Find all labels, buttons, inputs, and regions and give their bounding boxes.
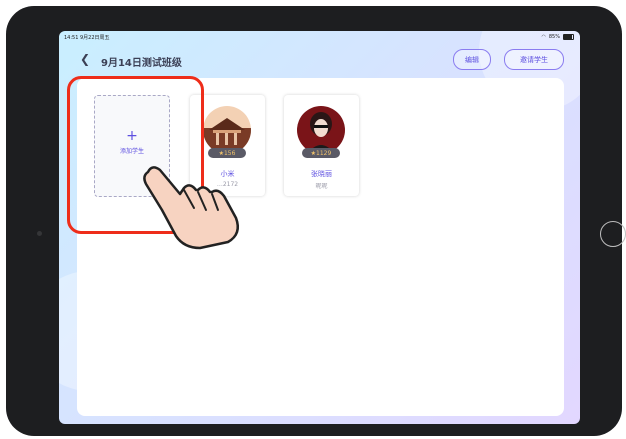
back-arrow-icon[interactable]: ❮ (80, 52, 90, 66)
battery-percent: 85% (548, 34, 560, 40)
status-bar: 14:51 9月22日周五 ◠ 85% (59, 31, 580, 43)
student-avatar (297, 106, 345, 154)
edit-button[interactable]: 编辑 (453, 49, 491, 70)
student-avatar (203, 106, 251, 154)
student-name: 张晓丽 (311, 170, 332, 178)
page-header: ❮ 9月14日测试班级 编辑 邀请学生 (59, 49, 580, 71)
student-card[interactable]: ★1129 张晓丽 昵昵 (284, 95, 359, 196)
front-camera (37, 231, 42, 236)
battery-icon (563, 34, 574, 40)
points-badge: ★1129 (302, 148, 340, 158)
status-time: 14:51 9月22日周五 (64, 35, 110, 41)
home-button[interactable] (600, 221, 626, 247)
invite-student-button[interactable]: 邀请学生 (504, 49, 564, 70)
pointing-hand-icon (140, 160, 250, 254)
status-right: ◠ 85% (541, 34, 574, 40)
wifi-icon: ◠ (541, 34, 546, 40)
points-badge: ★156 (208, 148, 246, 158)
page-title: 9月14日测试班级 (101, 58, 182, 69)
student-subtitle: 昵昵 (315, 183, 328, 190)
